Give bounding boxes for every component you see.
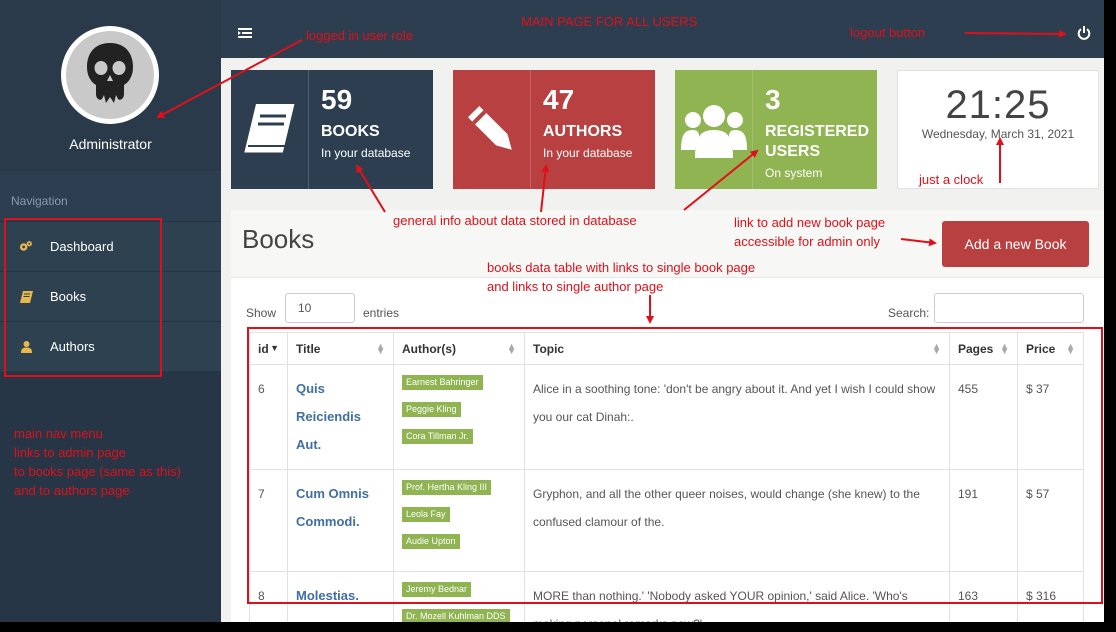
stat-label: BOOKS	[321, 123, 380, 140]
stat-sub: In your database	[543, 146, 633, 160]
annotation-main-page: MAIN PAGE FOR ALL USERS	[521, 14, 698, 29]
annotation-line: and to authors page	[14, 483, 130, 498]
annotation-line: and links to single author page	[487, 279, 664, 294]
stat-number: 3	[765, 84, 781, 115]
skull-icon	[66, 31, 154, 119]
add-book-button[interactable]: Add a new Book	[942, 221, 1089, 267]
annotation-line: link to add new book page	[734, 215, 886, 230]
annotation-add-link: link to add new book page accessible for…	[734, 213, 885, 251]
annotation-line: books data table with links to single bo…	[487, 260, 756, 275]
user-role: Administrator	[69, 136, 152, 152]
stat-authors: 47 AUTHORS In your database	[453, 70, 655, 189]
annotation-general-info: general info about data stored in databa…	[393, 213, 637, 228]
page-title: Books	[242, 224, 315, 254]
annotation-box-table	[247, 327, 1103, 604]
annotation-table: books data table with links to single bo…	[487, 258, 755, 296]
stat-number: 47	[543, 84, 575, 115]
author-link[interactable]: Dr. Mozell Kuhlman DDS	[402, 609, 510, 622]
entries-length-select[interactable]	[285, 293, 355, 323]
entries-label: entries	[363, 306, 400, 320]
stat-number: 59	[321, 84, 353, 115]
stat-users: 3 REGISTERED USERS On system	[675, 70, 877, 189]
profile-panel: Administrator	[0, 0, 221, 171]
users-icon	[675, 70, 753, 189]
annotation-clock: just a clock	[919, 172, 984, 187]
avatar	[61, 26, 159, 124]
stat-books: 59 BOOKS In your database	[231, 70, 433, 189]
annotation-nav: main nav menu links to admin page to boo…	[14, 424, 181, 500]
pencil-icon	[453, 70, 531, 189]
menu-toggle-icon[interactable]	[238, 26, 252, 38]
clock-time: 21:25	[945, 83, 1051, 127]
annotation-line: links to admin page	[14, 445, 127, 460]
show-label: Show	[246, 306, 277, 320]
annotation-logout: logout button	[850, 25, 926, 40]
search-label: Search:	[888, 306, 930, 320]
stat-label: AUTHORS	[543, 123, 623, 140]
app-frame: Administrator Navigation Dashboard Books…	[0, 0, 1104, 622]
power-icon[interactable]	[1077, 26, 1091, 40]
stat-label: REGISTERED USERS	[765, 123, 870, 160]
clock-date: Wednesday, March 31, 2021	[921, 127, 1075, 141]
search-input[interactable]	[934, 293, 1084, 323]
stat-sub: In your database	[321, 146, 411, 160]
annotation-line: main nav menu	[14, 426, 103, 441]
stat-sub: On system	[765, 166, 823, 180]
nav-title: Navigation	[11, 194, 68, 208]
book-icon	[231, 70, 309, 189]
annotation-line: to books page (same as this)	[14, 464, 181, 479]
annotation-box-nav	[4, 218, 162, 377]
annotation-user-role: logged in user role	[306, 28, 413, 43]
annotation-line: accessible for admin only	[734, 234, 880, 249]
